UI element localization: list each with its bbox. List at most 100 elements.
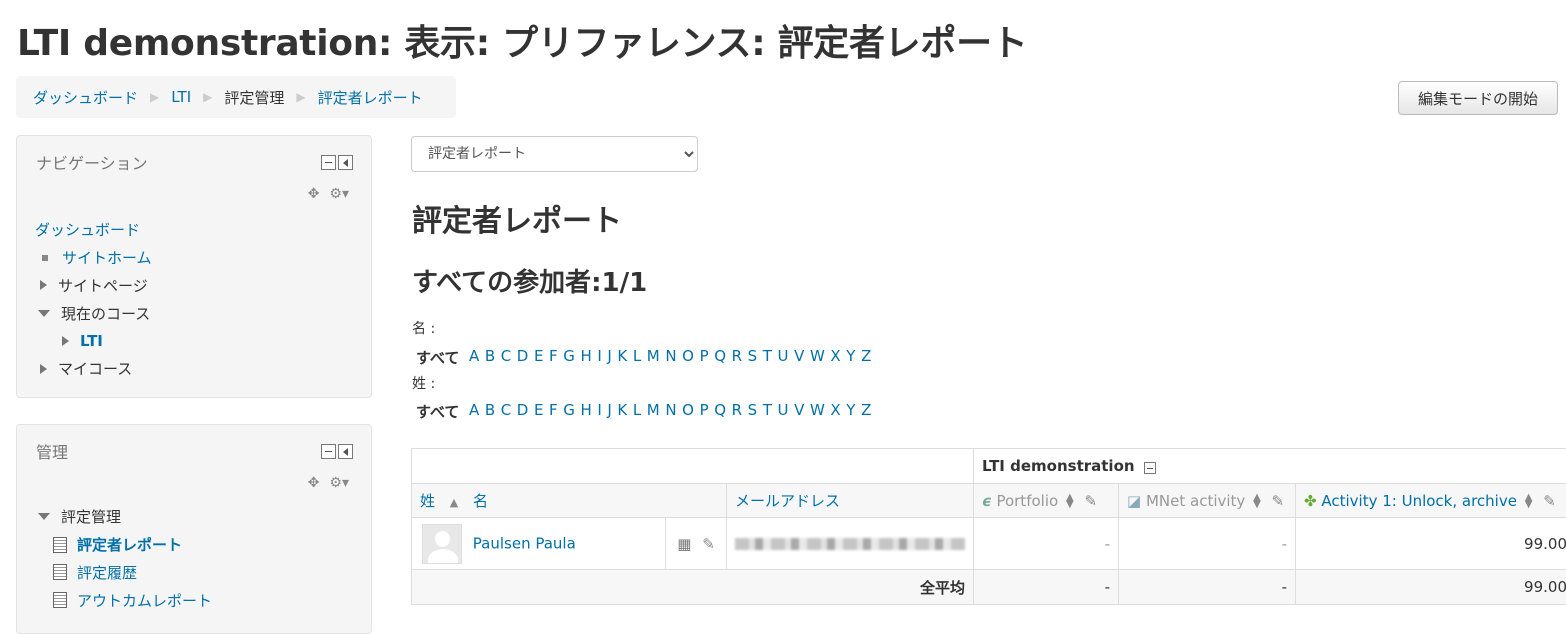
pencil-icon[interactable]: ✎ — [1272, 492, 1285, 510]
last-initial-link[interactable]: J — [607, 401, 611, 422]
sort-icon[interactable]: ▲▼ — [1066, 494, 1074, 508]
dock-block-icon[interactable] — [338, 155, 353, 170]
last-initial-link[interactable]: A — [469, 401, 479, 422]
admin-item-outcomes-report[interactable]: アウトカムレポート — [35, 586, 212, 614]
last-initial-link[interactable]: V — [794, 401, 804, 422]
last-initial-link[interactable]: S — [748, 401, 758, 422]
first-initial-link[interactable]: N — [665, 347, 676, 368]
activity1-grade-cell[interactable]: 99.00 — [1296, 518, 1566, 570]
sort-firstname-link[interactable]: 名 — [473, 492, 488, 510]
expand-icon[interactable] — [40, 280, 47, 290]
first-initial-link[interactable]: J — [607, 347, 611, 368]
admin-item-grade-history[interactable]: 評定履歴 — [35, 559, 212, 587]
breadcrumb-grader-report[interactable]: 評定者レポート — [318, 87, 423, 108]
sort-lastname-link[interactable]: 姓 — [420, 492, 435, 510]
first-initial-link[interactable]: U — [778, 347, 789, 368]
first-initial-all[interactable]: すべて — [416, 347, 459, 368]
last-initial-link[interactable]: Y — [846, 401, 855, 422]
last-initial-link[interactable]: B — [485, 401, 495, 422]
last-initial-link[interactable]: O — [682, 401, 694, 422]
last-initial-link[interactable]: L — [633, 401, 641, 422]
last-initial-link[interactable]: N — [665, 401, 676, 422]
admin-item-label[interactable]: アウトカムレポート — [77, 590, 212, 611]
last-initial-link[interactable]: G — [563, 401, 575, 422]
first-initial-link[interactable]: B — [485, 347, 495, 368]
nav-item-dashboard[interactable]: ダッシュボード — [35, 216, 152, 244]
last-initial-link[interactable]: Z — [861, 401, 871, 422]
collapse-icon[interactable] — [38, 310, 50, 317]
first-initial-link[interactable]: R — [732, 347, 742, 368]
activity1-column-label[interactable]: Activity 1: Unlock, archive — [1321, 492, 1517, 510]
first-initial-link[interactable]: L — [633, 347, 641, 368]
sort-icon[interactable]: ▲▼ — [1525, 494, 1533, 508]
expand-icon[interactable] — [40, 364, 47, 374]
nav-item-label[interactable]: ダッシュボード — [35, 219, 140, 240]
nav-item-current-course[interactable]: 現在のコース — [35, 299, 152, 327]
dock-block-icon[interactable] — [338, 444, 353, 459]
mnet-column-label[interactable]: MNet activity — [1146, 492, 1245, 510]
last-initial-link[interactable]: W — [810, 401, 825, 422]
admin-item-label[interactable]: 評定者レポート — [77, 534, 182, 555]
admin-item-grade-admin[interactable]: 評定管理 — [35, 503, 212, 531]
last-initial-link[interactable]: Q — [714, 401, 726, 422]
admin-item-label[interactable]: 評定履歴 — [77, 562, 137, 583]
report-select[interactable]: 評定者レポート — [411, 136, 698, 172]
last-initial-link[interactable]: M — [647, 401, 660, 422]
first-initial-link[interactable]: P — [700, 347, 709, 368]
move-icon[interactable]: ✥ — [308, 475, 320, 491]
sort-icon[interactable]: ▲▼ — [1253, 494, 1261, 508]
first-initial-link[interactable]: F — [549, 347, 558, 368]
first-initial-link[interactable]: A — [469, 347, 479, 368]
sort-email-link[interactable]: メールアドレス — [735, 492, 840, 510]
nav-item-label[interactable]: サイトホーム — [62, 247, 152, 268]
nav-item-site-pages[interactable]: サイトページ — [35, 272, 152, 300]
last-initial-link[interactable]: D — [517, 401, 529, 422]
portfolio-column-label[interactable]: Portfolio — [996, 492, 1058, 510]
first-initial-link[interactable]: V — [794, 347, 804, 368]
last-initial-link[interactable]: P — [700, 401, 709, 422]
avatar[interactable] — [422, 524, 462, 564]
sort-asc-icon[interactable]: ▲ — [450, 496, 458, 509]
first-initial-link[interactable]: M — [647, 347, 660, 368]
breadcrumb-dashboard[interactable]: ダッシュボード — [33, 87, 138, 108]
first-initial-link[interactable]: T — [763, 347, 772, 368]
last-initial-link[interactable]: C — [501, 401, 511, 422]
admin-item-label[interactable]: 評定管理 — [61, 506, 121, 527]
first-initial-link[interactable]: Z — [861, 347, 871, 368]
nav-item-label[interactable]: サイトページ — [58, 275, 148, 296]
nav-item-label[interactable]: 現在のコース — [61, 303, 150, 324]
first-initial-link[interactable]: X — [830, 347, 840, 368]
last-initial-link[interactable]: F — [549, 401, 558, 422]
mnet-grade-cell[interactable]: - — [1119, 518, 1296, 570]
collapse-block-icon[interactable] — [321, 444, 336, 459]
breadcrumb-course[interactable]: LTI — [171, 88, 191, 106]
last-initial-link[interactable]: E — [534, 401, 543, 422]
last-initial-link[interactable]: T — [763, 401, 772, 422]
nav-item-lti[interactable]: LTI — [35, 327, 152, 355]
expand-icon[interactable] — [62, 336, 69, 346]
first-initial-link[interactable]: Q — [714, 347, 726, 368]
portfolio-grade-cell[interactable]: - — [974, 518, 1119, 570]
first-initial-link[interactable]: E — [534, 347, 543, 368]
last-initial-link[interactable]: H — [580, 401, 591, 422]
last-initial-link[interactable]: K — [617, 401, 627, 422]
first-initial-link[interactable]: K — [617, 347, 627, 368]
student-name-link[interactable]: Paulsen Paula — [473, 534, 576, 552]
last-initial-link[interactable]: X — [830, 401, 840, 422]
pencil-icon[interactable]: ✎ — [702, 535, 715, 553]
nav-item-site-home[interactable]: サイトホーム — [35, 244, 152, 272]
admin-item-grader-report[interactable]: 評定者レポート — [35, 531, 212, 559]
first-initial-link[interactable]: O — [682, 347, 694, 368]
first-initial-link[interactable]: Y — [846, 347, 855, 368]
first-initial-link[interactable]: G — [563, 347, 575, 368]
first-initial-link[interactable]: W — [810, 347, 825, 368]
first-initial-link[interactable]: H — [580, 347, 591, 368]
first-initial-link[interactable]: D — [517, 347, 529, 368]
gear-menu-icon[interactable]: ⚙▾ — [329, 186, 349, 202]
nav-item-my-courses[interactable]: マイコース — [35, 355, 152, 383]
report-icon[interactable]: ▦ — [677, 535, 691, 553]
collapse-block-icon[interactable] — [321, 155, 336, 170]
first-initial-link[interactable]: C — [501, 347, 511, 368]
nav-item-label[interactable]: マイコース — [58, 358, 132, 379]
gear-menu-icon[interactable]: ⚙▾ — [329, 475, 349, 491]
